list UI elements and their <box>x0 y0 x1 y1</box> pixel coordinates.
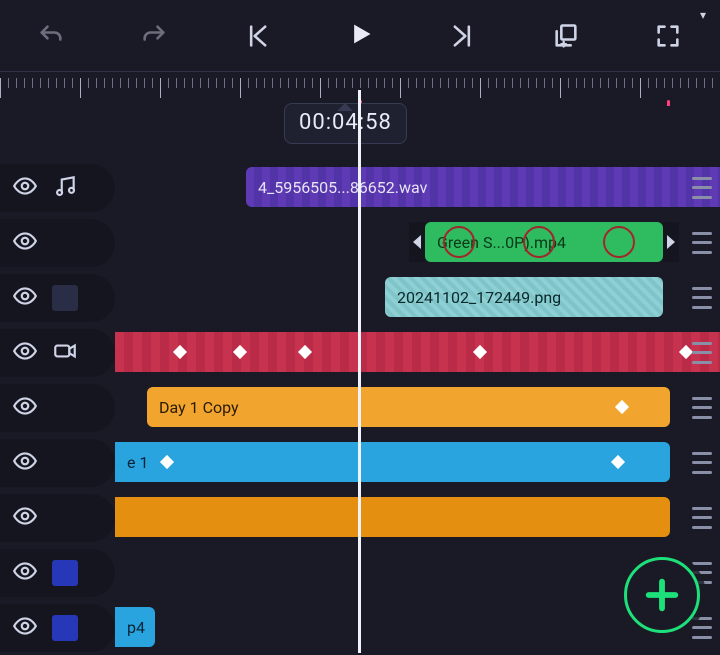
clip-label: Day 1 Copy <box>159 398 239 417</box>
keyframe-icon[interactable] <box>615 400 629 414</box>
track-thumbnail <box>52 615 78 641</box>
visibility-toggle-icon[interactable] <box>12 613 38 643</box>
keyframe-icon[interactable] <box>233 345 247 359</box>
clip[interactable] <box>115 497 670 537</box>
timecode-label: 00:04:58 <box>284 103 407 144</box>
track-drag-handle[interactable] <box>692 507 712 529</box>
track-head[interactable] <box>0 274 115 322</box>
duplicate-button[interactable] <box>544 14 588 58</box>
clip[interactable]: 20241102_172449.png <box>385 277 663 317</box>
track-drag-handle[interactable] <box>692 342 712 364</box>
playhead[interactable] <box>358 90 361 653</box>
clip-trim-right-handle[interactable] <box>663 222 679 262</box>
track-head[interactable] <box>0 439 115 487</box>
clip[interactable]: 4_5956505...86652.wav <box>246 167 720 207</box>
track-drag-handle[interactable] <box>692 232 712 254</box>
clip[interactable]: Green S...0P).mp4 <box>425 222 663 262</box>
redo-button[interactable] <box>132 14 176 58</box>
track-drag-handle[interactable] <box>692 452 712 474</box>
clip[interactable] <box>115 332 720 372</box>
visibility-toggle-icon[interactable] <box>12 393 38 423</box>
visibility-toggle-icon[interactable] <box>12 228 38 258</box>
clip-label: p4 <box>127 618 145 637</box>
camera-icon <box>52 338 78 368</box>
marker-circle-icon <box>443 226 475 258</box>
visibility-toggle-icon[interactable] <box>12 283 38 313</box>
visibility-toggle-icon[interactable] <box>12 173 38 203</box>
visibility-toggle-icon[interactable] <box>12 448 38 478</box>
keyframe-icon[interactable] <box>473 345 487 359</box>
ruler-marker[interactable] <box>667 100 670 106</box>
clip[interactable]: p4 <box>115 607 155 647</box>
track-head[interactable] <box>0 164 115 212</box>
track-lane[interactable]: 20241102_172449.png <box>115 270 720 325</box>
marker-circle-icon <box>603 226 635 258</box>
track-lane[interactable]: Day 1 Copy <box>115 380 720 435</box>
playhead-timecode: 00:04:58 <box>284 103 407 144</box>
fullscreen-button[interactable] <box>646 14 690 58</box>
marker-circle-icon <box>523 226 555 258</box>
go-to-end-button[interactable] <box>441 14 485 58</box>
keyframe-icon[interactable] <box>173 345 187 359</box>
keyframe-icon[interactable] <box>611 455 625 469</box>
track-lane[interactable]: 4_5956505...86652.wav <box>115 160 720 215</box>
track-head[interactable] <box>0 384 115 432</box>
keyframe-icon[interactable] <box>298 345 312 359</box>
clip-label: 20241102_172449.png <box>397 288 561 307</box>
keyframe-icon[interactable] <box>679 345 693 359</box>
music-icon <box>52 173 78 203</box>
track-thumbnail <box>52 285 78 311</box>
track-head[interactable] <box>0 604 115 652</box>
track-head[interactable] <box>0 219 115 267</box>
track-lane[interactable] <box>115 325 720 380</box>
keyframe-icon[interactable] <box>160 455 174 469</box>
track-drag-handle[interactable] <box>692 177 712 199</box>
track-drag-handle[interactable] <box>692 617 712 639</box>
go-to-start-button[interactable] <box>235 14 279 58</box>
clip-trim-left-handle[interactable] <box>409 222 425 262</box>
clip[interactable]: e 1 <box>115 442 670 482</box>
undo-button[interactable] <box>29 14 73 58</box>
track-lane[interactable]: Green S...0P).mp4 <box>115 215 720 270</box>
more-menu-indicator[interactable]: ▾ <box>700 8 706 22</box>
add-button[interactable] <box>624 557 700 633</box>
top-toolbar: ▾ <box>0 0 720 72</box>
play-button[interactable] <box>338 14 382 58</box>
track-head[interactable] <box>0 329 115 377</box>
visibility-toggle-icon[interactable] <box>12 338 38 368</box>
clip-label: 4_5956505...86652.wav <box>258 178 427 197</box>
track-lane[interactable]: e 1 <box>115 435 720 490</box>
track-lane[interactable] <box>115 490 720 545</box>
track-head[interactable] <box>0 494 115 542</box>
track-drag-handle[interactable] <box>692 287 712 309</box>
clip[interactable]: Day 1 Copy <box>147 387 670 427</box>
clip-label: e 1 <box>127 453 148 472</box>
track-thumbnail <box>52 560 78 586</box>
track-head[interactable] <box>0 549 115 597</box>
track-drag-handle[interactable] <box>692 397 712 419</box>
visibility-toggle-icon[interactable] <box>12 503 38 533</box>
visibility-toggle-icon[interactable] <box>12 558 38 588</box>
